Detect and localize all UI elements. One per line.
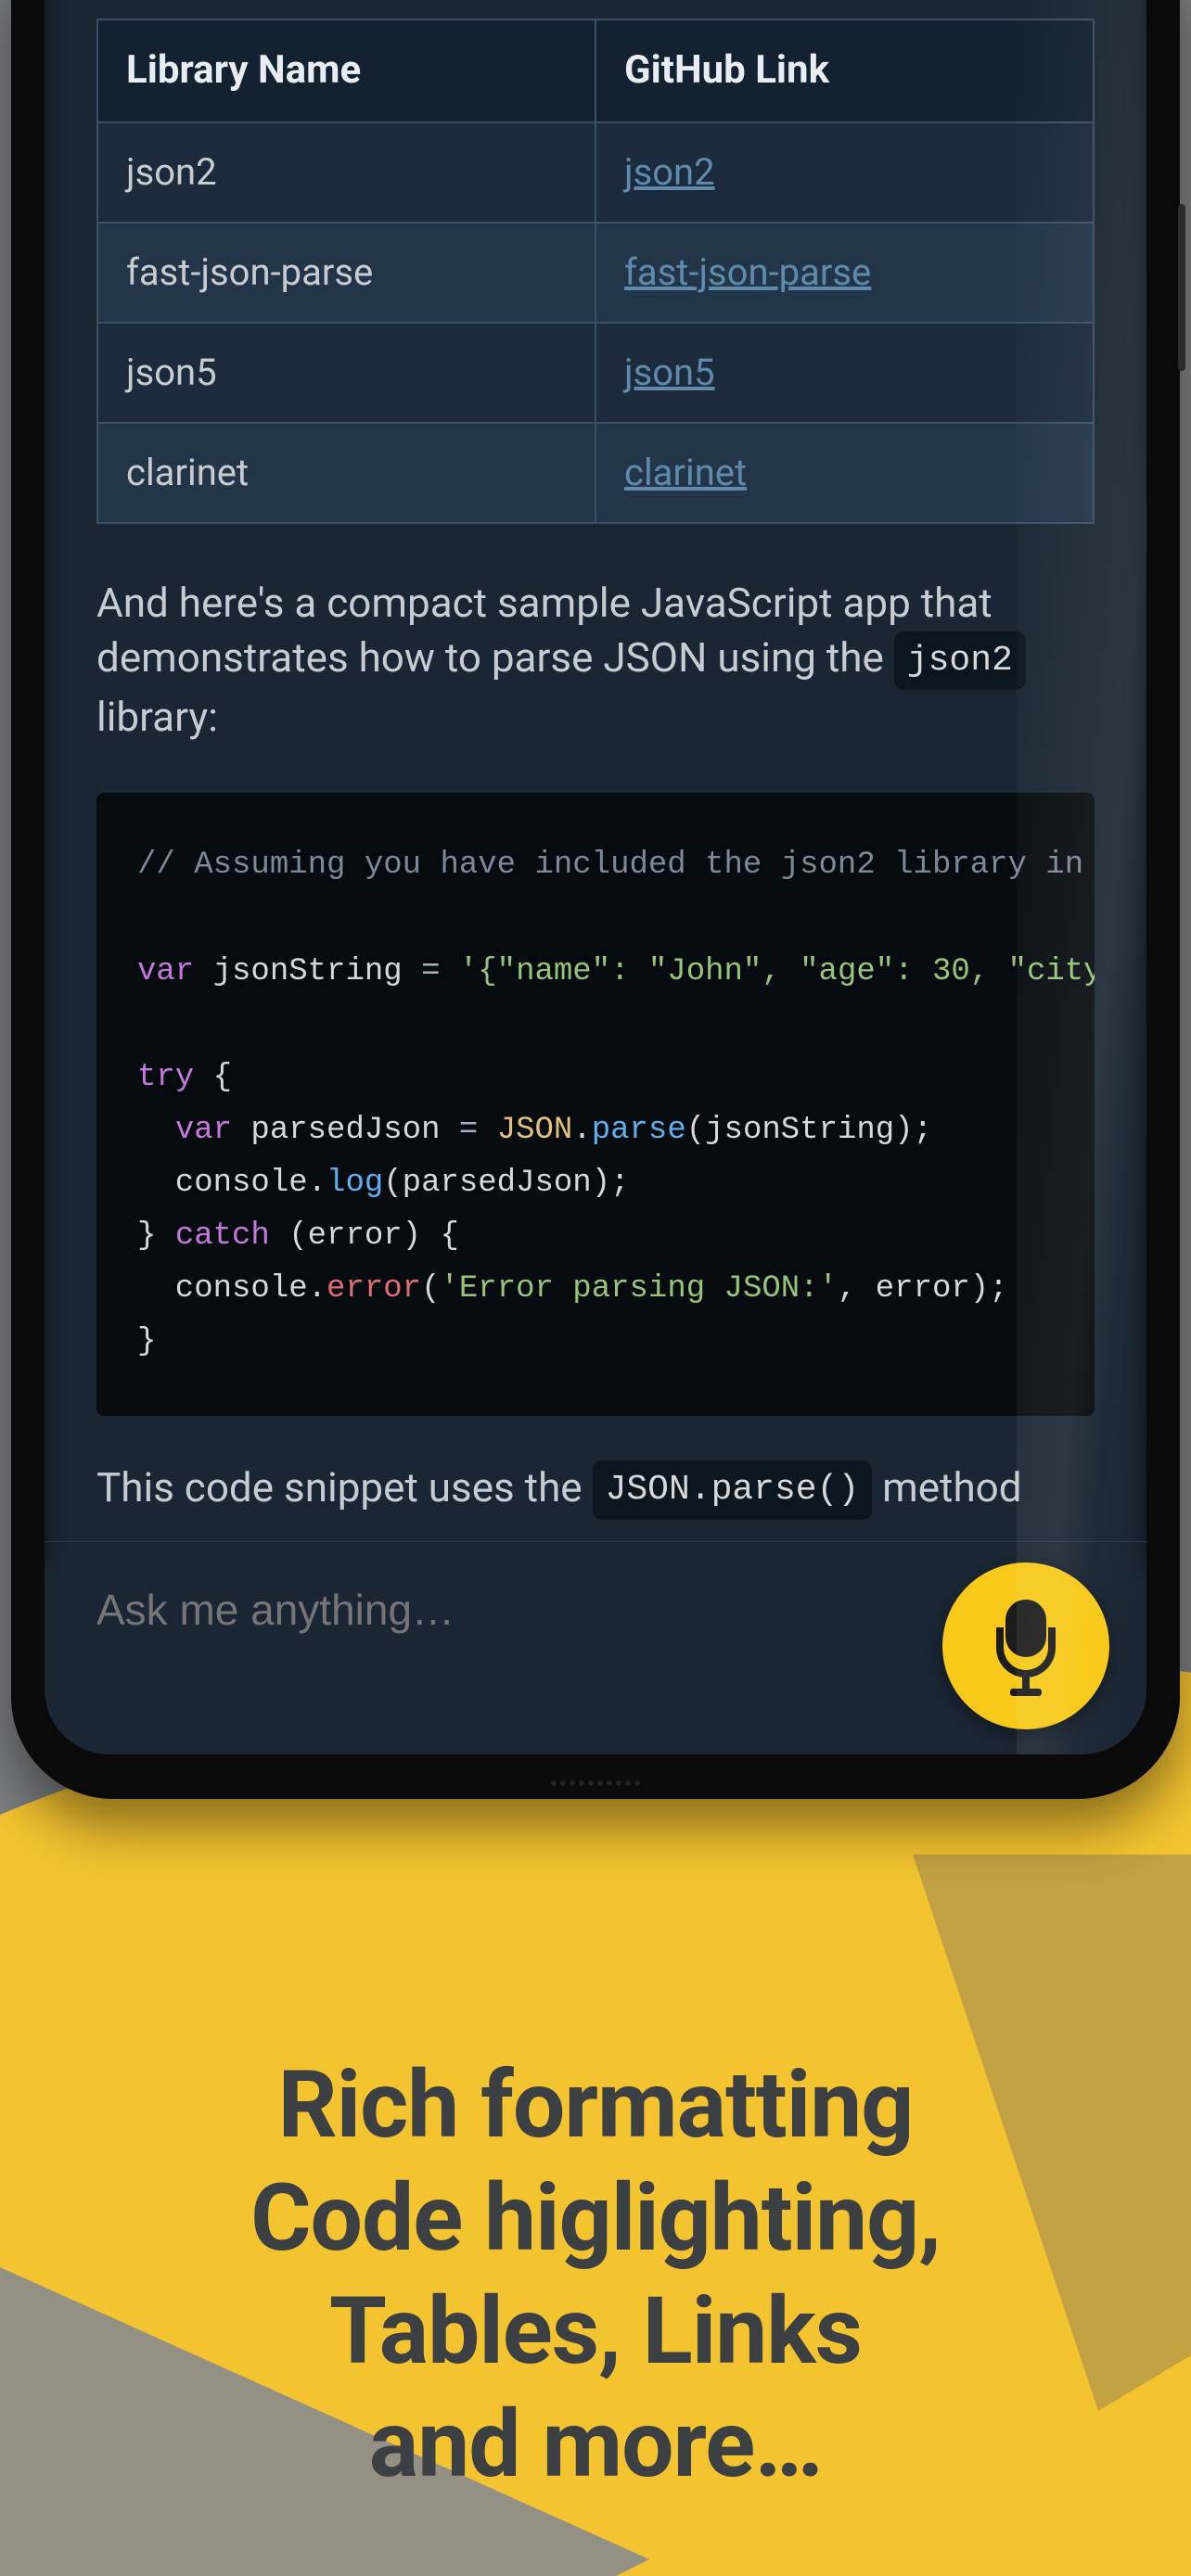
library-name-cell: json5 <box>97 323 596 423</box>
code-text: jsonString <box>194 954 421 989</box>
github-link-fast-json-parse[interactable]: fast-json-parse <box>624 250 871 294</box>
headline-line: Rich formatting <box>0 2049 1191 2162</box>
headline-line: Tables, Links <box>0 2276 1191 2389</box>
headline-line: Code higlighting, <box>0 2162 1191 2276</box>
code-text: console. <box>137 1271 327 1307</box>
github-link-clarinet[interactable]: clarinet <box>624 451 747 494</box>
table-row: clarinet clarinet <box>97 423 1094 523</box>
table-row: json2 json2 <box>97 122 1094 223</box>
code-method: log <box>327 1166 383 1201</box>
paragraph-after-code: This code snippet uses the JSON.parse() … <box>96 1460 1095 1520</box>
paragraph-text: This code snippet uses the <box>96 1463 593 1511</box>
code-punct: } <box>137 1324 156 1359</box>
microphone-icon <box>992 1600 1060 1692</box>
code-keyword: catch <box>175 1218 270 1254</box>
table-row: fast-json-parse fast-json-parse <box>97 223 1094 323</box>
microphone-button[interactable] <box>942 1562 1109 1729</box>
paragraph-text: method <box>872 1463 1021 1511</box>
paragraph-text: And here's a compact sample JavaScript a… <box>96 579 992 682</box>
code-punct: = <box>421 954 459 989</box>
libraries-table: Library Name GitHub Link json2 json2 fas… <box>96 19 1095 524</box>
code-punct: . <box>572 1113 591 1148</box>
code-class: JSON <box>497 1113 573 1148</box>
phone-speaker <box>475 1780 716 1790</box>
code-punct: { <box>194 1060 232 1095</box>
code-text: , error); <box>838 1271 1008 1307</box>
table-row: json5 json5 <box>97 323 1094 423</box>
inline-code-json2: json2 <box>894 631 1026 690</box>
github-link-json5[interactable]: json5 <box>624 351 715 394</box>
headline-line: and more… <box>0 2389 1191 2502</box>
code-string: '{"name": "John", "age": 30, "city": <box>459 954 1095 989</box>
code-string: 'Error parsing JSON:' <box>440 1271 837 1307</box>
github-link-json2[interactable]: json2 <box>624 150 715 194</box>
code-method: parse <box>592 1113 686 1148</box>
table-header-github-link: GitHub Link <box>596 19 1094 122</box>
code-punct: } <box>137 1218 175 1254</box>
code-comment: // Assuming you have included the json2 … <box>137 848 1095 883</box>
table-header-library-name: Library Name <box>97 19 596 122</box>
code-text: (jsonString); <box>686 1113 932 1148</box>
library-name-cell: clarinet <box>97 423 596 523</box>
code-keyword: var <box>137 954 194 989</box>
code-punct: = <box>459 1113 497 1148</box>
paragraph-intro-code: And here's a compact sample JavaScript a… <box>96 576 1095 746</box>
phone-side-button <box>1178 204 1185 371</box>
code-text: (parsedJson); <box>383 1166 629 1201</box>
code-method: error <box>327 1271 421 1307</box>
phone-screen: Library Name GitHub Link json2 json2 fas… <box>45 0 1146 1754</box>
library-name-cell: fast-json-parse <box>97 223 596 323</box>
phone-device-frame: Library Name GitHub Link json2 json2 fas… <box>11 0 1180 1799</box>
code-text: (error) { <box>270 1218 459 1254</box>
code-block[interactable]: // Assuming you have included the json2 … <box>96 793 1095 1415</box>
code-indent <box>137 1113 175 1148</box>
code-keyword: try <box>137 1060 194 1095</box>
code-text: console. <box>137 1166 327 1201</box>
marketing-headline: Rich formatting Code higlighting, Tables… <box>0 2049 1191 2502</box>
code-punct: ( <box>421 1271 440 1307</box>
chat-content-area[interactable]: Library Name GitHub Link json2 json2 fas… <box>45 0 1146 1754</box>
code-text: parsedJson <box>232 1113 459 1148</box>
chat-input-bar <box>45 1541 1146 1754</box>
library-name-cell: json2 <box>97 122 596 223</box>
paragraph-text: library: <box>96 693 218 741</box>
inline-code-json-parse: JSON.parse() <box>593 1460 873 1519</box>
code-keyword: var <box>175 1113 232 1148</box>
